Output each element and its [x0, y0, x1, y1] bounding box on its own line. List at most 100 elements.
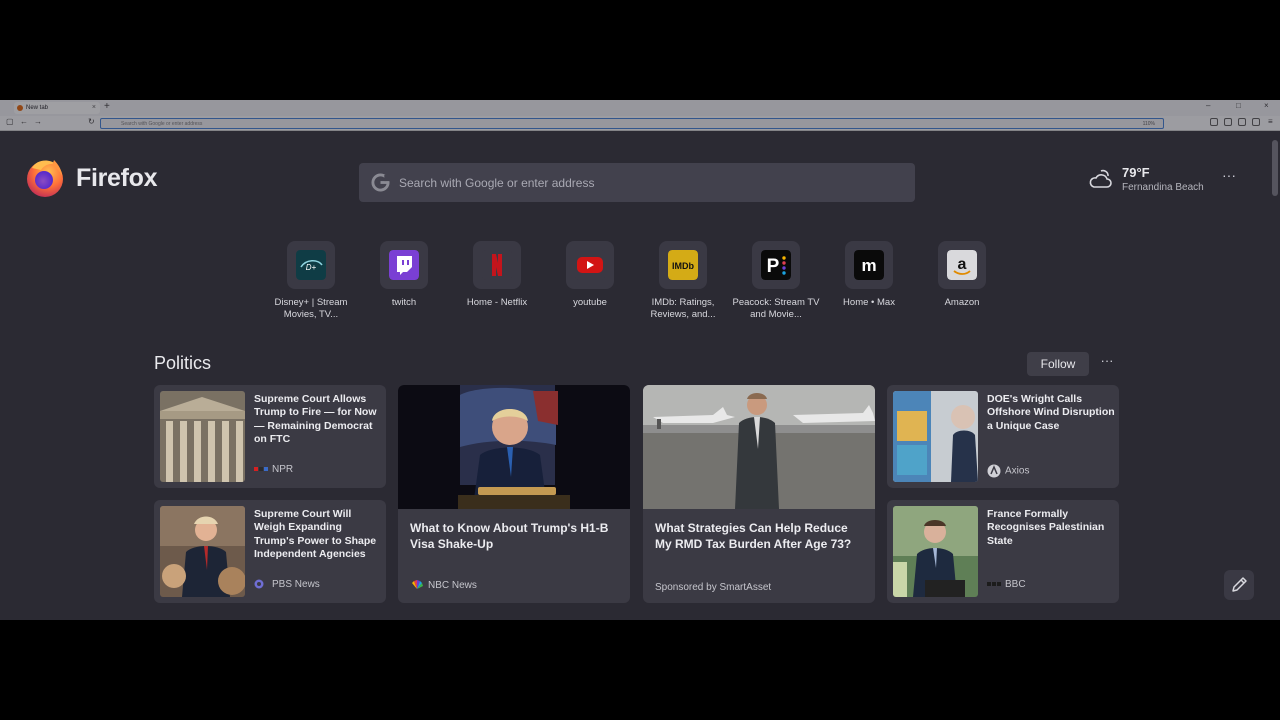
story-title: What to Know About Trump's H1-B Visa Sha… [410, 521, 609, 551]
shortcut-tile[interactable] [566, 241, 614, 289]
npr-logo-icon [254, 467, 268, 472]
firefox-favicon-icon [17, 105, 23, 111]
svg-text:a: a [958, 256, 967, 273]
story-title: France Formally Recognises Palestinian S… [987, 508, 1105, 547]
pocket-icon[interactable] [1210, 118, 1218, 126]
firefox-logo-icon [27, 160, 63, 197]
shortcut-tile[interactable]: IMDb [659, 241, 707, 289]
story-card-large[interactable]: What to Know About Trump's H1-B Visa Sha… [398, 385, 630, 603]
close-icon[interactable]: × [92, 102, 96, 114]
extensions-icon[interactable] [1252, 118, 1260, 126]
follow-button[interactable]: Follow [1027, 352, 1089, 376]
svg-text:D+: D+ [306, 263, 317, 272]
shortcut-tile[interactable] [473, 241, 521, 289]
nav-bar: ▢ ← → ↻ Search with Google or enter addr… [0, 116, 1280, 131]
shortcut-label: Peacock: Stream TV and Movie... [732, 297, 820, 320]
section-menu-icon[interactable]: ··· [1096, 352, 1118, 374]
window-close-icon[interactable]: × [1264, 101, 1269, 110]
shortcut-label: Disney+ | Stream Movies, TV... [274, 297, 348, 320]
top-sites: D+ Disney+ | Stream Movies, TV... twitch [265, 241, 1005, 331]
story-title: DOE's Wright Calls Offshore Wind Disrupt… [987, 393, 1115, 432]
story-title: Supreme Court Allows Trump to Fire — for… [254, 393, 377, 445]
max-icon: m [854, 250, 884, 280]
partly-cloudy-icon [1089, 169, 1112, 188]
zoom-level[interactable]: 110% [1143, 119, 1155, 129]
account-icon[interactable] [1238, 118, 1246, 126]
story-title: What Strategies Can Help Reduce My RMD T… [655, 521, 852, 551]
weather-location: Fernandina Beach [1122, 182, 1204, 193]
story-image [398, 385, 630, 509]
minimize-icon[interactable]: – [1206, 101, 1210, 110]
story-source-name: BBC [1005, 579, 1026, 590]
disney-plus-icon: D+ [296, 250, 326, 280]
story-source: Axios [987, 464, 1029, 478]
more-options-icon[interactable]: ··· [1219, 168, 1239, 184]
shortcut-label: twitch [391, 297, 417, 308]
new-tab-icon[interactable]: + [104, 101, 110, 112]
story-source: Sponsored by SmartAsset [655, 582, 771, 593]
maximize-icon[interactable]: □ [1236, 101, 1241, 110]
firefox-wordmark: Firefox [76, 164, 158, 192]
weather-temperature: 79°F [1122, 165, 1150, 180]
reload-icon[interactable]: ↻ [88, 117, 95, 126]
story-source: PBS News [254, 579, 320, 590]
pencil-icon [1232, 577, 1247, 592]
forward-icon[interactable]: → [34, 117, 42, 126]
story-thumbnail [893, 506, 978, 597]
story-source: BBC [987, 579, 1026, 590]
browser-window: New tab × + – □ × ▢ ← → ↻ Search with Go… [0, 100, 1280, 620]
story-title: Supreme Court Will Weigh Expanding Trump… [254, 508, 377, 560]
shortcut-label: Home - Netflix [466, 297, 528, 308]
story-image [643, 385, 875, 509]
story-card[interactable]: DOE's Wright Calls Offshore Wind Disrupt… [887, 385, 1119, 488]
story-source-name: NPR [272, 464, 294, 475]
story-source-name: Axios [1005, 465, 1030, 477]
back-icon[interactable]: ← [20, 117, 28, 126]
tab-new-tab[interactable]: New tab × [14, 102, 100, 114]
nbc-peacock-icon [412, 580, 423, 590]
story-thumbnail [893, 391, 978, 482]
story-source: NBC News [410, 580, 477, 591]
axios-logo-icon [987, 464, 1001, 478]
search-input[interactable] [399, 163, 899, 202]
imdb-icon: IMDb [668, 250, 698, 280]
search-box[interactable] [359, 163, 915, 202]
story-thumbnail [160, 506, 245, 597]
shortcut-label: Amazon [944, 297, 980, 308]
story-source-name: NBC News [428, 580, 477, 591]
story-card[interactable]: Supreme Court Allows Trump to Fire — for… [154, 385, 386, 488]
shortcut-label: Home • Max [843, 297, 895, 308]
customize-button[interactable] [1224, 570, 1254, 600]
pbs-logo-icon [254, 579, 264, 589]
shortcut-tile[interactable]: a [938, 241, 986, 289]
svg-text:P: P [767, 256, 780, 277]
story-card[interactable]: France Formally Recognises Palestinian S… [887, 500, 1119, 603]
tab-title: New tab [26, 105, 49, 111]
sponsored-story-card[interactable]: What Strategies Can Help Reduce My RMD T… [643, 385, 875, 603]
shortcut-label: youtube [573, 297, 607, 308]
svg-text:m: m [861, 256, 876, 275]
story-thumbnail [160, 391, 245, 482]
tab-strip: New tab × + – □ × [0, 100, 1280, 116]
section-title: Politics [154, 353, 212, 373]
weather-widget[interactable]: 79°F Fernandina Beach [1088, 164, 1218, 196]
bbc-logo-icon [987, 582, 1001, 587]
story-source-name: PBS News [272, 579, 320, 590]
url-placeholder: Search with Google or enter address [121, 121, 203, 127]
svg-text:IMDb: IMDb [672, 261, 694, 271]
shortcut-tile[interactable] [380, 241, 428, 289]
sidebar-icon[interactable]: ▢ [6, 117, 14, 126]
shortcut-tile[interactable]: P [752, 241, 800, 289]
twitch-icon [389, 250, 419, 280]
firefox-logo: Firefox [24, 156, 184, 200]
downloads-icon[interactable] [1224, 118, 1232, 126]
shortcut-tile[interactable]: D+ [287, 241, 335, 289]
shortcut-tile[interactable]: m [845, 241, 893, 289]
shortcut-label: IMDb: Ratings, Reviews, and... [650, 297, 716, 320]
story-card[interactable]: Supreme Court Will Weigh Expanding Trump… [154, 500, 386, 603]
url-bar[interactable]: Search with Google or enter address 110% [100, 118, 1164, 129]
scrollbar-thumb[interactable] [1272, 140, 1278, 196]
netflix-icon [482, 250, 512, 280]
youtube-icon [575, 250, 605, 280]
app-menu-icon[interactable]: ≡ [1268, 117, 1273, 126]
